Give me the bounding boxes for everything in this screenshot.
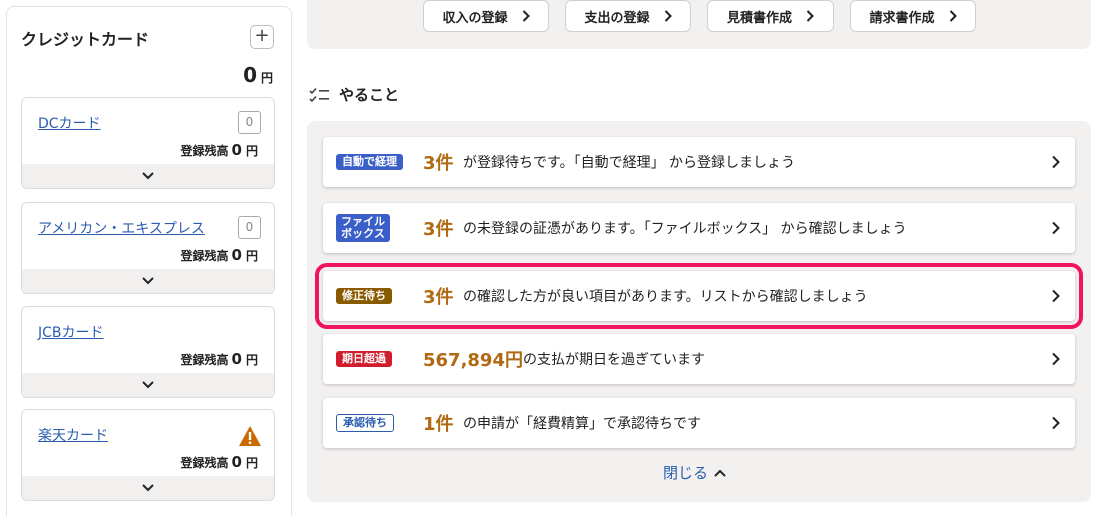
task-count: 3件: [423, 287, 454, 308]
card-count-badge: 0: [238, 111, 261, 134]
total-amount: 0: [243, 63, 257, 87]
chevron-down-icon: [142, 277, 154, 285]
register-expense-button[interactable]: 支出の登録: [565, 0, 691, 32]
chevron-right-icon: [1052, 416, 1060, 430]
chevron-up-icon: [714, 469, 726, 477]
balance-currency: 円: [245, 353, 258, 367]
close-label: 閉じる: [663, 464, 709, 482]
balance-currency: 円: [245, 144, 258, 158]
status-badge: 修正待ち: [336, 288, 392, 304]
create-invoice-button[interactable]: 請求書作成: [850, 0, 976, 32]
button-label: 収入の登録: [442, 10, 508, 26]
sidebar-title: クレジットカード: [21, 30, 150, 49]
task-count: 1件: [423, 414, 454, 435]
register-income-button[interactable]: 収入の登録: [423, 0, 549, 32]
todo-item-file-box[interactable]: ファイル ボックス 3件 の未登録の証憑があります。「ファイルボックス」 から確…: [323, 203, 1075, 253]
chevron-right-icon: [522, 10, 530, 22]
card-balance: 登録残高 0 円: [181, 453, 258, 471]
card-name-link[interactable]: JCBカード: [38, 322, 104, 342]
card-expand-button[interactable]: [22, 269, 274, 293]
sidebar-total: 0円: [243, 63, 273, 87]
chevron-right-icon: [1052, 289, 1060, 303]
card-name-link[interactable]: アメリカン・エキスプレス: [38, 218, 205, 238]
status-badge: 自動で経理: [336, 154, 403, 170]
todo-item-auto-accounting[interactable]: 自動で経理 3件 が登録待ちです。「自動で経理」 から登録しましょう: [323, 137, 1075, 187]
total-currency: 円: [260, 71, 273, 85]
task-count: 3件: [423, 153, 454, 174]
button-label: 見積書作成: [726, 10, 792, 26]
todo-title: やること: [339, 86, 400, 104]
balance-amount: 0: [231, 141, 242, 159]
card-item-rakuten: 楽天カード 登録残高 0 円: [21, 409, 275, 501]
balance-label: 登録残高: [180, 353, 229, 367]
card-count-badge: 0: [238, 216, 261, 239]
card-item-dc: DCカード 0 登録残高 0 円: [21, 97, 275, 189]
close-todo-link[interactable]: 閉じる: [663, 462, 726, 483]
card-expand-button[interactable]: [22, 476, 274, 500]
balance-currency: 円: [245, 456, 258, 470]
balance-label: 登録残高: [180, 144, 229, 158]
todo-item-needs-correction[interactable]: 修正待ち 3件 の確認した方が良い項目があります。リストから確認しましょう: [315, 263, 1083, 329]
todo-heading: やること: [309, 84, 399, 105]
card-name-link[interactable]: 楽天カード: [38, 425, 108, 445]
card-item-amex: アメリカン・エキスプレス 0 登録残高 0 円: [21, 202, 275, 294]
card-balance: 登録残高 0 円: [181, 350, 258, 368]
chevron-right-icon: [806, 10, 814, 22]
chevron-right-icon: [1052, 155, 1060, 169]
task-count: 3件: [423, 219, 454, 240]
card-balance: 登録残高 0 円: [181, 246, 258, 264]
card-balance: 登録残高 0 円: [181, 141, 258, 159]
create-estimate-button[interactable]: 見積書作成: [707, 0, 834, 32]
balance-label: 登録残高: [180, 456, 229, 470]
card-expand-button[interactable]: [22, 164, 274, 188]
task-text: の確認した方が良い項目があります。リストから確認しましょう: [463, 289, 868, 305]
card-item-jcb: JCBカード 登録残高 0 円: [21, 306, 275, 398]
balance-currency: 円: [245, 249, 258, 263]
credit-card-sidebar: クレジットカード + 0円 DCカード 0 登録残高 0 円 アメリカン・エキスプレ…: [6, 6, 292, 516]
chevron-down-icon: [142, 484, 154, 492]
status-badge: ファイル ボックス: [336, 214, 390, 242]
status-badge: 期日超過: [336, 351, 392, 367]
balance-amount: 0: [231, 350, 242, 368]
balance-amount: 0: [231, 246, 242, 264]
add-card-button[interactable]: +: [250, 25, 274, 49]
chevron-down-icon: [142, 381, 154, 389]
task-text: が登録待ちです。「自動で経理」 から登録しましょう: [463, 155, 796, 171]
chevron-right-icon: [664, 10, 672, 22]
warning-icon: [239, 426, 261, 446]
todo-item-overdue[interactable]: 期日超過 567,894円 の支払が期日を過ぎています: [323, 334, 1075, 384]
task-text: の支払が期日を過ぎています: [523, 352, 705, 368]
checklist-icon: [309, 87, 329, 102]
balance-amount: 0: [231, 453, 242, 471]
chevron-right-icon: [949, 10, 957, 22]
task-count: 567,894円: [423, 350, 523, 371]
task-text: の未登録の証憑があります。「ファイルボックス」 から確認しましょう: [463, 221, 907, 237]
status-badge: 承認待ち: [336, 414, 394, 432]
balance-label: 登録残高: [180, 249, 229, 263]
chevron-right-icon: [1052, 352, 1060, 366]
card-expand-button[interactable]: [22, 373, 274, 397]
button-label: 請求書作成: [869, 10, 935, 26]
chevron-down-icon: [142, 172, 154, 180]
todo-item-awaiting-approval[interactable]: 承認待ち 1件 の申請が「経費精算」で承認待ちです: [323, 398, 1075, 448]
button-label: 支出の登録: [584, 10, 650, 26]
card-name-link[interactable]: DCカード: [38, 113, 101, 133]
chevron-right-icon: [1052, 221, 1060, 235]
badge-line2: ボックス: [341, 227, 385, 240]
task-text: の申請が「経費精算」で承認待ちです: [463, 416, 701, 432]
